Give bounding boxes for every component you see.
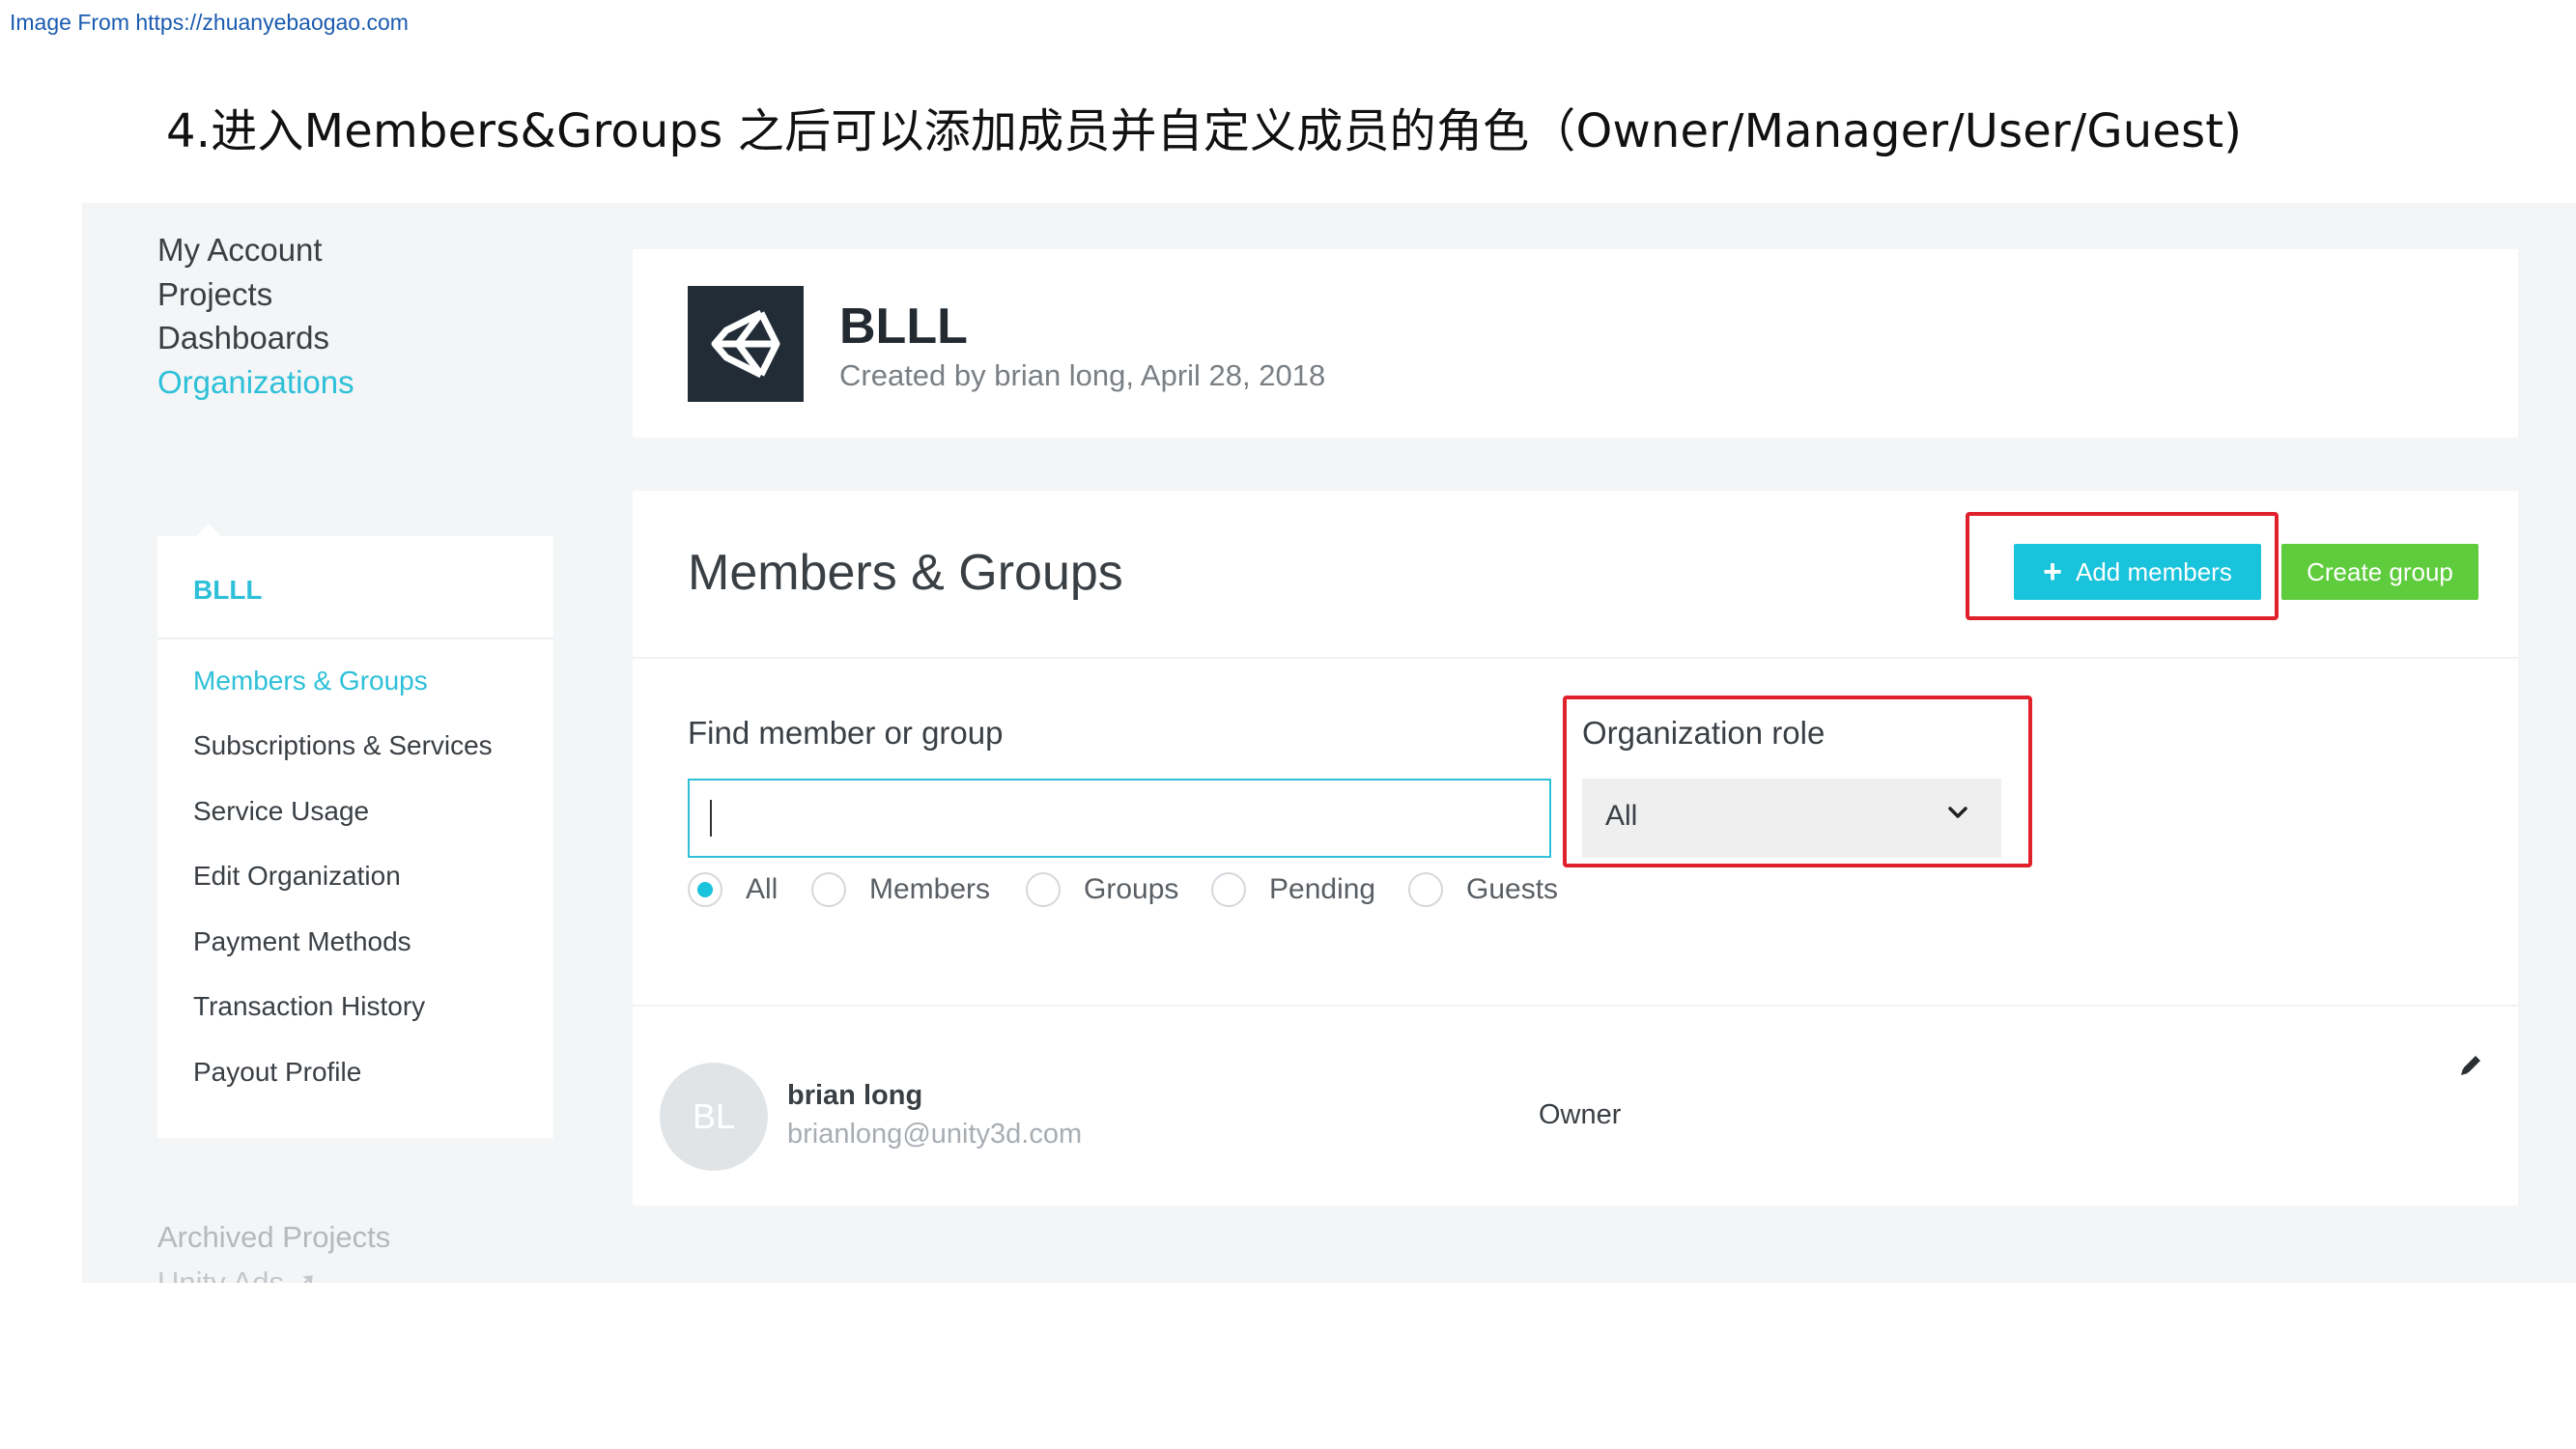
org-item-payout-profile[interactable]: Payout Profile [193, 1057, 361, 1088]
radio-label: Groups [1084, 873, 1179, 905]
find-member-input[interactable] [688, 779, 1551, 858]
sidebar-item-unity-ads[interactable]: Unity Ads ➚ [157, 1265, 318, 1283]
radio-circle [1211, 872, 1246, 907]
radio-label: Members [869, 873, 991, 905]
highlight-box-add-members [1966, 512, 2279, 620]
org-item-edit-organization[interactable]: Edit Organization [193, 861, 401, 892]
avatar: BL [660, 1063, 768, 1171]
radio-circle [688, 872, 722, 907]
filter-radio-guests[interactable]: Guests [1408, 872, 1558, 907]
sidebar-item-projects[interactable]: Projects [157, 276, 272, 313]
sidebar-item-archived-projects[interactable]: Archived Projects [157, 1220, 390, 1255]
sidebar-item-organizations[interactable]: Organizations [157, 364, 354, 401]
org-title: BLLL [839, 298, 968, 355]
org-item-service-usage[interactable]: Service Usage [193, 796, 369, 827]
unity-logo-icon [688, 286, 804, 402]
source-link[interactable]: Image From https://zhuanyebaogao.com [10, 10, 409, 36]
member-name: brian long [787, 1080, 923, 1111]
unity-ads-label: Unity Ads [157, 1265, 284, 1283]
org-name[interactable]: BLLL [193, 575, 263, 606]
pencil-icon[interactable] [2456, 1051, 2485, 1085]
radio-circle [1408, 872, 1443, 907]
unity-dashboard-screenshot: My Account Projects Dashboards Organizat… [82, 203, 2576, 1283]
org-header-card: BLLL Created by brian long, April 28, 20… [633, 249, 2518, 438]
highlight-box-organization-role [1563, 696, 2032, 867]
radio-circle [1026, 872, 1061, 907]
members-groups-card: Members & Groups + Add members Create gr… [633, 491, 2518, 1206]
submenu-caret [196, 524, 221, 536]
filter-radio-members[interactable]: Members [811, 872, 990, 907]
org-submenu: BLLL Members & Groups Subscriptions & Se… [157, 536, 553, 1138]
sidebar-item-dashboards[interactable]: Dashboards [157, 320, 329, 356]
org-item-transaction-history[interactable]: Transaction History [193, 991, 425, 1022]
divider [633, 657, 2518, 659]
slide-title: 4.进入Members&Groups 之后可以添加成员并自定义成员的角色（Own… [166, 104, 2243, 158]
org-item-payment-methods[interactable]: Payment Methods [193, 926, 411, 957]
radio-circle [811, 872, 846, 907]
radio-label: Pending [1269, 873, 1376, 905]
sidebar-item-my-account[interactable]: My Account [157, 232, 323, 269]
divider [157, 638, 553, 639]
filter-radio-all[interactable]: All [688, 872, 778, 907]
radio-label: All [746, 873, 778, 905]
org-item-subscriptions[interactable]: Subscriptions & Services [193, 730, 493, 761]
page-title: Members & Groups [688, 545, 1123, 601]
text-cursor [710, 800, 712, 837]
member-role: Owner [1539, 1099, 1622, 1130]
find-member-label: Find member or group [688, 715, 1004, 751]
radio-label: Guests [1466, 873, 1559, 905]
external-link-icon: ➚ [292, 1265, 318, 1283]
create-group-button[interactable]: Create group [2281, 544, 2478, 600]
org-item-members-groups[interactable]: Members & Groups [193, 666, 428, 696]
org-created-by: Created by brian long, April 28, 2018 [839, 358, 1326, 392]
member-email: brianlong@unity3d.com [787, 1119, 1083, 1150]
divider [633, 1005, 2518, 1007]
filter-radio-pending[interactable]: Pending [1211, 872, 1375, 907]
filter-radio-groups[interactable]: Groups [1026, 872, 1178, 907]
